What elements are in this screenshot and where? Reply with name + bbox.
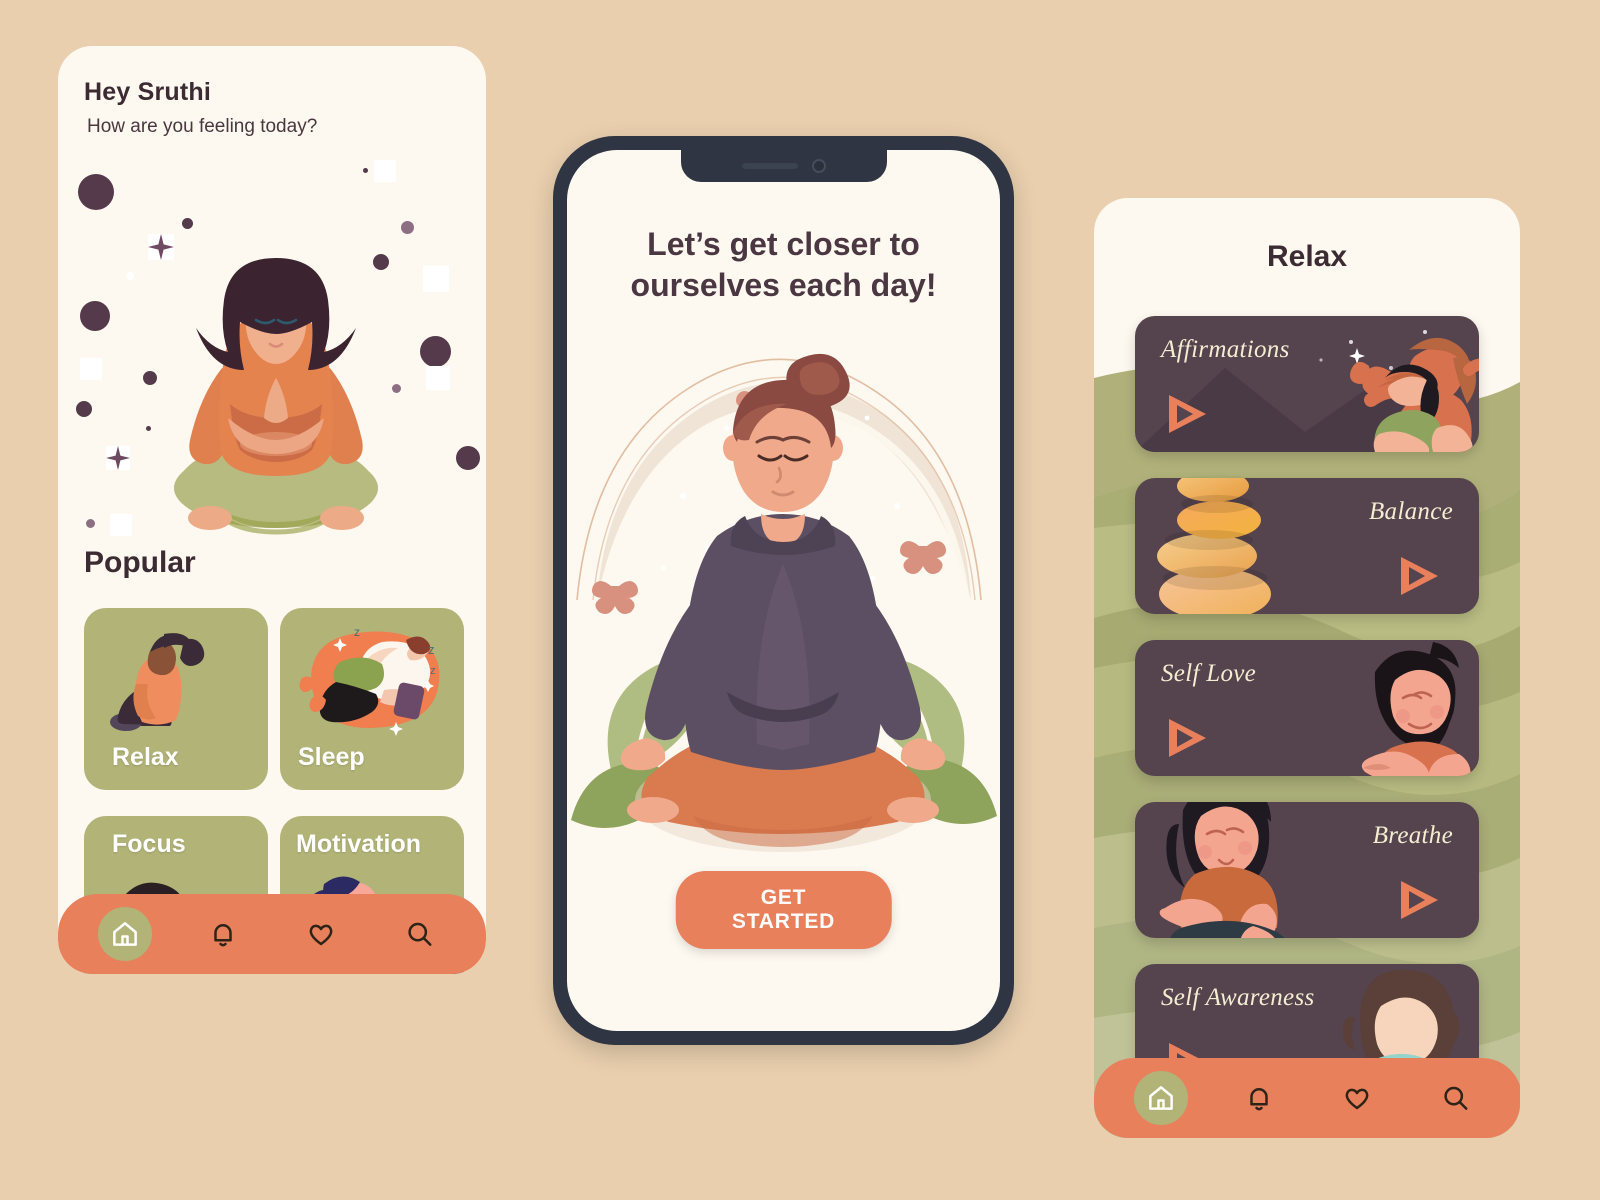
greeting-block: Hey Sruthi How are you feeling today? (84, 78, 317, 138)
seated-stretch-icon (110, 633, 205, 731)
home-icon (113, 922, 137, 946)
home-icon (1149, 1086, 1173, 1110)
category-label: Relax (112, 743, 179, 771)
sparkle-icon (80, 358, 102, 380)
svg-text:z: z (428, 642, 435, 657)
search-icon (408, 922, 432, 946)
nav-item-notifications[interactable] (1232, 1071, 1286, 1125)
onboarding-screen: Let’s get closer to ourselves each day! (567, 150, 1000, 1031)
stacked-stones-icon (1157, 478, 1271, 614)
get-started-button[interactable]: GET STARTED (675, 871, 892, 949)
heart-icon (309, 924, 333, 946)
nav-item-favorites[interactable] (294, 907, 348, 961)
bottom-navigation-home (58, 894, 486, 974)
self-hug-icon (1361, 642, 1471, 776)
session-card-balance[interactable]: Balance (1135, 478, 1479, 614)
category-label: Motivation (296, 830, 421, 858)
nav-item-search[interactable] (392, 907, 446, 961)
bottom-navigation-relax (1094, 1058, 1520, 1138)
session-label: Breathe (1372, 822, 1453, 849)
nav-item-notifications[interactable] (196, 907, 250, 961)
session-label: Self Awareness (1161, 984, 1315, 1011)
sparkle-icon (423, 266, 449, 292)
category-card-sleep[interactable]: z z z Sleep (280, 608, 464, 790)
breathing-woman-icon (1159, 802, 1285, 938)
nav-item-home[interactable] (98, 907, 152, 961)
nav-item-search[interactable] (1428, 1071, 1482, 1125)
onboarding-headline: Let’s get closer to ourselves each day! (630, 226, 937, 303)
sparkle-icon (374, 160, 396, 182)
device-notch (680, 150, 887, 182)
sparkle-icon (106, 446, 130, 470)
home-screen-phone: Hey Sruthi How are you feeling today? Po… (58, 46, 486, 974)
play-icon[interactable] (1163, 716, 1209, 760)
bell-icon (214, 924, 232, 947)
play-icon[interactable] (1163, 392, 1209, 436)
strong-women-icon (1350, 337, 1479, 452)
onboarding-phone-device: Let’s get closer to ourselves each day! (553, 136, 1014, 1045)
app-mockup-canvas: Hey Sruthi How are you feeling today? Po… (0, 0, 1600, 1200)
category-label: Focus (112, 830, 186, 858)
relax-page-title: Relax (1266, 240, 1348, 273)
search-icon (1444, 1086, 1468, 1110)
relax-session-list: Affirmations Balance Self Love Breathe S… (1094, 316, 1520, 1126)
front-camera-icon (811, 159, 826, 173)
session-label: Affirmations (1161, 336, 1290, 363)
session-card-self-love[interactable]: Self Love (1135, 640, 1479, 776)
sparkle-icon (110, 514, 132, 536)
play-icon[interactable] (1395, 554, 1441, 598)
home-hero-illustration (58, 160, 486, 566)
svg-text:z: z (430, 665, 436, 677)
heart-icon (1345, 1088, 1369, 1110)
category-label: Sleep (298, 743, 365, 771)
session-label: Self Love (1161, 660, 1257, 687)
sparkle-icon (426, 366, 450, 390)
session-card-affirmations[interactable]: Affirmations (1135, 316, 1479, 452)
bell-icon (1250, 1088, 1268, 1111)
play-icon[interactable] (1395, 878, 1441, 922)
nav-item-favorites[interactable] (1330, 1071, 1384, 1125)
category-card-relax[interactable]: Relax (84, 608, 268, 790)
lotus-meditation-illustration (571, 353, 997, 852)
greeting-question: How are you feeling today? (87, 116, 318, 137)
sleeping-person-icon: z z z (299, 625, 440, 736)
meditating-woman-icon (174, 258, 378, 535)
greeting-name: Hey Sruthi (84, 78, 212, 106)
session-label: Balance (1368, 498, 1453, 525)
svg-text:z: z (354, 625, 360, 639)
speaker-grille-icon (741, 163, 798, 169)
relax-screen-phone: Relax Affirmations Balance Self Love Bre… (1094, 198, 1520, 1138)
popular-section-title: Popular (84, 546, 196, 579)
nav-item-home[interactable] (1134, 1071, 1188, 1125)
session-card-breathe[interactable]: Breathe (1135, 802, 1479, 938)
